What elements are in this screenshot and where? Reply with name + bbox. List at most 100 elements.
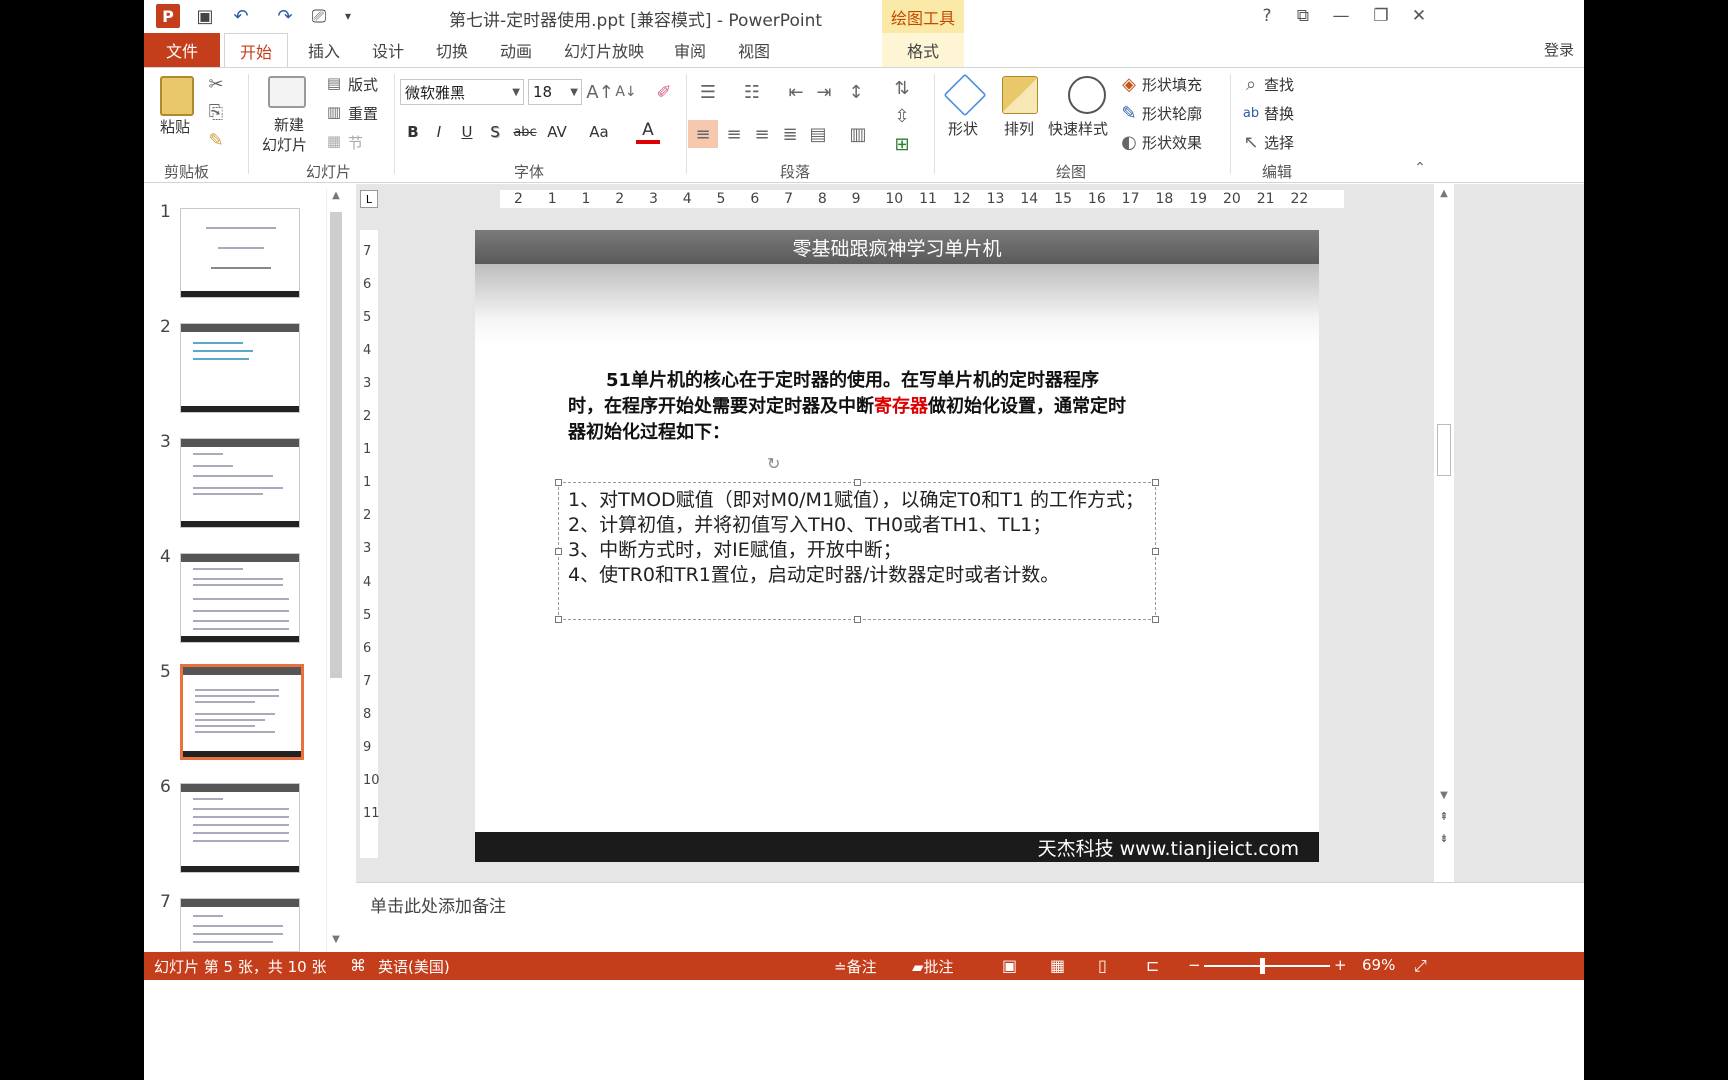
slide-thumbnail-3[interactable] [180,438,300,528]
vertical-ruler[interactable]: 7 6 5 4 3 2 1 1 2 3 4 5 6 7 8 9 10 11 [360,230,380,858]
rotate-handle-icon[interactable]: ↻ [767,454,780,473]
selected-textbox[interactable]: 1、对TMOD赋值（即对M0/M1赋值），以确定T0和T1 的工作方式； 2、计… [555,479,1159,623]
tab-file[interactable]: 文件 [144,33,220,67]
slide-thumbnail-5[interactable] [180,664,304,760]
slide-thumbnail-7[interactable] [180,898,300,952]
resize-handle[interactable] [1152,548,1159,555]
layout-icon[interactable]: ▤ [324,72,344,94]
comments-toggle[interactable]: ▰ 批注 [912,956,954,977]
tab-transitions[interactable]: 切换 [424,33,480,67]
reset-button[interactable]: 重置 [348,103,378,124]
align-left-icon[interactable]: ≡ [688,120,718,148]
reset-icon[interactable]: ▥ [324,101,344,123]
decrease-indent-icon[interactable]: ⇤ [784,80,808,104]
line-spacing-icon[interactable]: ↕ [844,80,868,104]
shape-effects-button[interactable]: 形状效果 [1142,132,1202,153]
restore-button[interactable]: ❐ [1366,4,1396,28]
tab-view[interactable]: 视图 [726,33,782,67]
minimize-button[interactable]: — [1326,4,1356,28]
tab-slideshow[interactable]: 幻灯片放映 [554,33,654,67]
shrink-font-icon[interactable]: A↓ [614,80,638,104]
slideshow-view-icon[interactable]: ⊏ [1146,956,1159,975]
slide-canvas[interactable]: 零基础跟疯神学习单片机 51单片机的核心在于定时器的使用。在写单片机的定时器程序… [475,230,1319,862]
tab-review[interactable]: 审阅 [662,33,718,67]
slide-thumbnail-1[interactable] [180,208,300,298]
language-indicator[interactable]: 英语(美国) [378,956,450,977]
scroll-thumb[interactable] [330,212,342,678]
scroll-down-icon[interactable]: ▼ [1437,790,1451,804]
select-cursor-icon[interactable]: ↖ [1240,130,1262,154]
horizontal-ruler[interactable]: 2 1 1 2 3 4 5 6 7 8 9 10 11 12 13 14 15 16 17 18 19 20 21 22 [500,190,1344,208]
character-spacing-button[interactable]: AV [542,120,572,144]
scroll-thumb[interactable] [1437,424,1451,476]
redo-icon[interactable]: ↷ [272,4,298,28]
shape-fill-icon[interactable]: ◈ [1118,72,1140,96]
resize-handle[interactable] [1152,616,1159,623]
justify-icon[interactable]: ≣ [778,120,802,148]
scroll-down-icon[interactable]: ▼ [329,934,343,948]
quick-styles-icon[interactable] [1068,76,1106,114]
save-icon[interactable]: ▣ [192,4,218,28]
notes-toggle[interactable]: ≐ 备注 [834,956,877,977]
italic-button[interactable]: I [428,120,450,144]
align-center-icon[interactable]: ≡ [722,120,746,148]
quick-styles-button[interactable]: 快速样式 [1048,118,1108,139]
zoom-in-icon[interactable]: + [1334,956,1347,974]
slide-thumbnail-2[interactable] [180,323,300,413]
slide-thumbnail-6[interactable] [180,783,300,873]
zoom-level[interactable]: 69% [1362,956,1395,974]
collapse-ribbon-icon[interactable]: ⌃ [1410,158,1430,178]
distributed-icon[interactable]: ▤ [806,120,830,148]
notes-placeholder[interactable]: 单击此处添加备注 [370,892,506,917]
new-slide-icon[interactable] [268,76,306,108]
shape-effects-icon[interactable]: ◐ [1118,130,1140,154]
start-slideshow-icon[interactable]: ⎚ [304,4,334,28]
help-button[interactable]: ? [1252,4,1282,28]
scroll-up-icon[interactable]: ▲ [1437,188,1451,202]
layout-button[interactable]: 版式 [348,74,378,95]
paste-icon[interactable] [160,76,194,116]
slide-thumbnail-4[interactable] [180,553,300,643]
notes-pane[interactable]: 单击此处添加备注 [356,882,1584,952]
shapes-icon[interactable] [943,73,987,117]
steps-list[interactable]: 1、对TMOD赋值（即对M0/M1赋值），以确定T0和T1 的工作方式； 2、计… [568,488,1148,588]
cut-icon[interactable]: ✂ [204,72,228,96]
replace-icon[interactable]: ab [1240,101,1262,125]
scroll-up-icon[interactable]: ▲ [329,190,343,204]
section-button[interactable]: 节 [348,132,363,153]
shape-fill-button[interactable]: 形状填充 [1142,74,1202,95]
replace-button[interactable]: 替换 [1264,103,1294,124]
spell-check-icon[interactable]: ⌘ [350,956,366,975]
copy-icon[interactable]: ⎘ [204,100,228,124]
format-painter-icon[interactable]: ✎ [204,128,228,152]
normal-view-icon[interactable]: ▣ [1002,956,1017,975]
undo-icon[interactable]: ↶ [226,4,256,28]
paste-button[interactable]: 粘贴 [160,116,190,137]
previous-slide-icon[interactable]: ⇞ [1437,810,1451,826]
underline-button[interactable]: U [456,120,478,144]
grow-font-icon[interactable]: A↑ [586,80,613,104]
smartart-icon[interactable]: ⊞ [890,132,914,156]
font-color-button[interactable]: A [636,120,660,144]
clear-formatting-icon[interactable]: ✐ [652,80,676,104]
align-right-icon[interactable]: ≡ [750,120,774,148]
numbering-icon[interactable]: ☷ [740,80,764,104]
align-text-icon[interactable]: ⇳ [890,104,914,128]
next-slide-icon[interactable]: ⇟ [1437,832,1451,848]
intro-paragraph[interactable]: 51单片机的核心在于定时器的使用。在写单片机的定时器程序时，在程序开始处需要对定… [568,368,1128,446]
ribbon-display-icon[interactable]: ⧉ [1288,4,1318,28]
close-button[interactable]: ✕ [1404,4,1434,28]
zoom-out-icon[interactable]: − [1188,956,1201,974]
font-name-combo[interactable]: 微软雅黑 ▼ [400,79,524,105]
bullets-icon[interactable]: ☰ [696,80,720,104]
bold-button[interactable]: B [402,120,424,144]
section-icon[interactable]: ▦ [324,130,344,152]
login-link[interactable]: 登录 [1544,39,1574,60]
columns-icon[interactable]: ▥ [846,120,870,148]
tab-animations[interactable]: 动画 [488,33,544,67]
zoom-slider-thumb[interactable] [1259,958,1265,974]
find-button[interactable]: 查找 [1264,74,1294,95]
thumbnail-scrollbar[interactable]: ▲ ▼ [326,188,344,952]
tab-design[interactable]: 设计 [360,33,416,67]
new-slide-label-1[interactable]: 新建 [274,114,304,135]
